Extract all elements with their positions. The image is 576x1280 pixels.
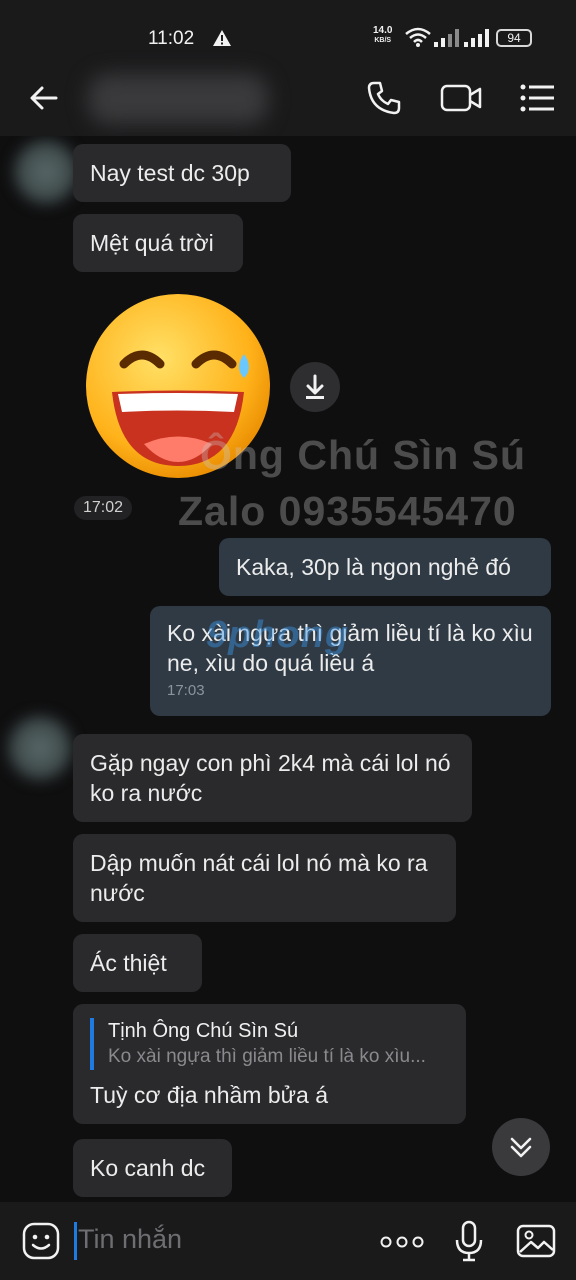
watermark-line2: Zalo 0935545470 — [178, 488, 517, 534]
double-chevron-down-icon — [510, 1137, 532, 1158]
signal-icon — [464, 29, 489, 47]
avatar[interactable] — [14, 140, 78, 204]
sticker-emoji-icon[interactable] — [22, 1222, 60, 1260]
quoted-message[interactable]: Tịnh Ông Chú Sìn Sú Ko xài ngựa thì giảm… — [90, 1018, 449, 1070]
chat-area[interactable]: Nay test dc 30p Mệt quá trời 17:02 Ông C… — [0, 136, 576, 1202]
list-menu-icon[interactable] — [520, 84, 554, 112]
message-incoming[interactable]: Mệt quá trời — [73, 214, 243, 272]
arrow-left-icon[interactable] — [28, 82, 60, 114]
brand-watermark: 9phong — [206, 614, 350, 656]
message-incoming[interactable]: Ác thiệt — [73, 934, 202, 992]
message-timestamp: 17:02 — [74, 496, 133, 520]
signal-icon — [434, 29, 459, 47]
message-reply[interactable]: Tịnh Ông Chú Sìn Sú Ko xài ngựa thì giảm… — [73, 1004, 466, 1124]
message-incoming[interactable]: Ko canh dc — [73, 1139, 232, 1197]
message-incoming[interactable]: Dập muốn nát cái lol nó mà ko ra nước — [73, 834, 456, 922]
battery-icon: 94 — [496, 29, 532, 47]
contact-name-blurred[interactable] — [88, 74, 268, 124]
message-incoming[interactable]: Gặp ngay con phì 2k4 mà cái lol nó ko ra… — [73, 734, 472, 822]
status-time: 11:02 — [148, 28, 195, 49]
image-gallery-icon[interactable] — [516, 1222, 556, 1260]
wifi-icon — [405, 27, 431, 47]
microphone-icon[interactable] — [454, 1220, 484, 1262]
download-icon — [306, 374, 324, 399]
message-input[interactable] — [78, 1224, 358, 1255]
more-options-icon[interactable] — [380, 1236, 424, 1248]
warning-icon — [213, 30, 231, 46]
download-button[interactable] — [290, 362, 340, 412]
video-camera-icon[interactable] — [440, 82, 482, 114]
text-cursor — [74, 1222, 77, 1260]
watermark-line1: Ông Chú Sìn Sú — [200, 432, 527, 478]
message-incoming[interactable]: Nay test dc 30p — [73, 144, 291, 202]
phone-icon[interactable] — [366, 80, 402, 116]
message-input-bar — [0, 1202, 576, 1280]
network-speed: 14.0 KB/S — [373, 25, 393, 45]
message-outgoing[interactable]: Kaka, 30p là ngon nghẻ đó — [219, 538, 551, 596]
chat-header — [0, 60, 576, 136]
scroll-to-bottom-button[interactable] — [492, 1118, 550, 1176]
status-bar: 11:02 14.0 KB/S 94 — [0, 0, 576, 60]
avatar[interactable] — [8, 716, 72, 780]
